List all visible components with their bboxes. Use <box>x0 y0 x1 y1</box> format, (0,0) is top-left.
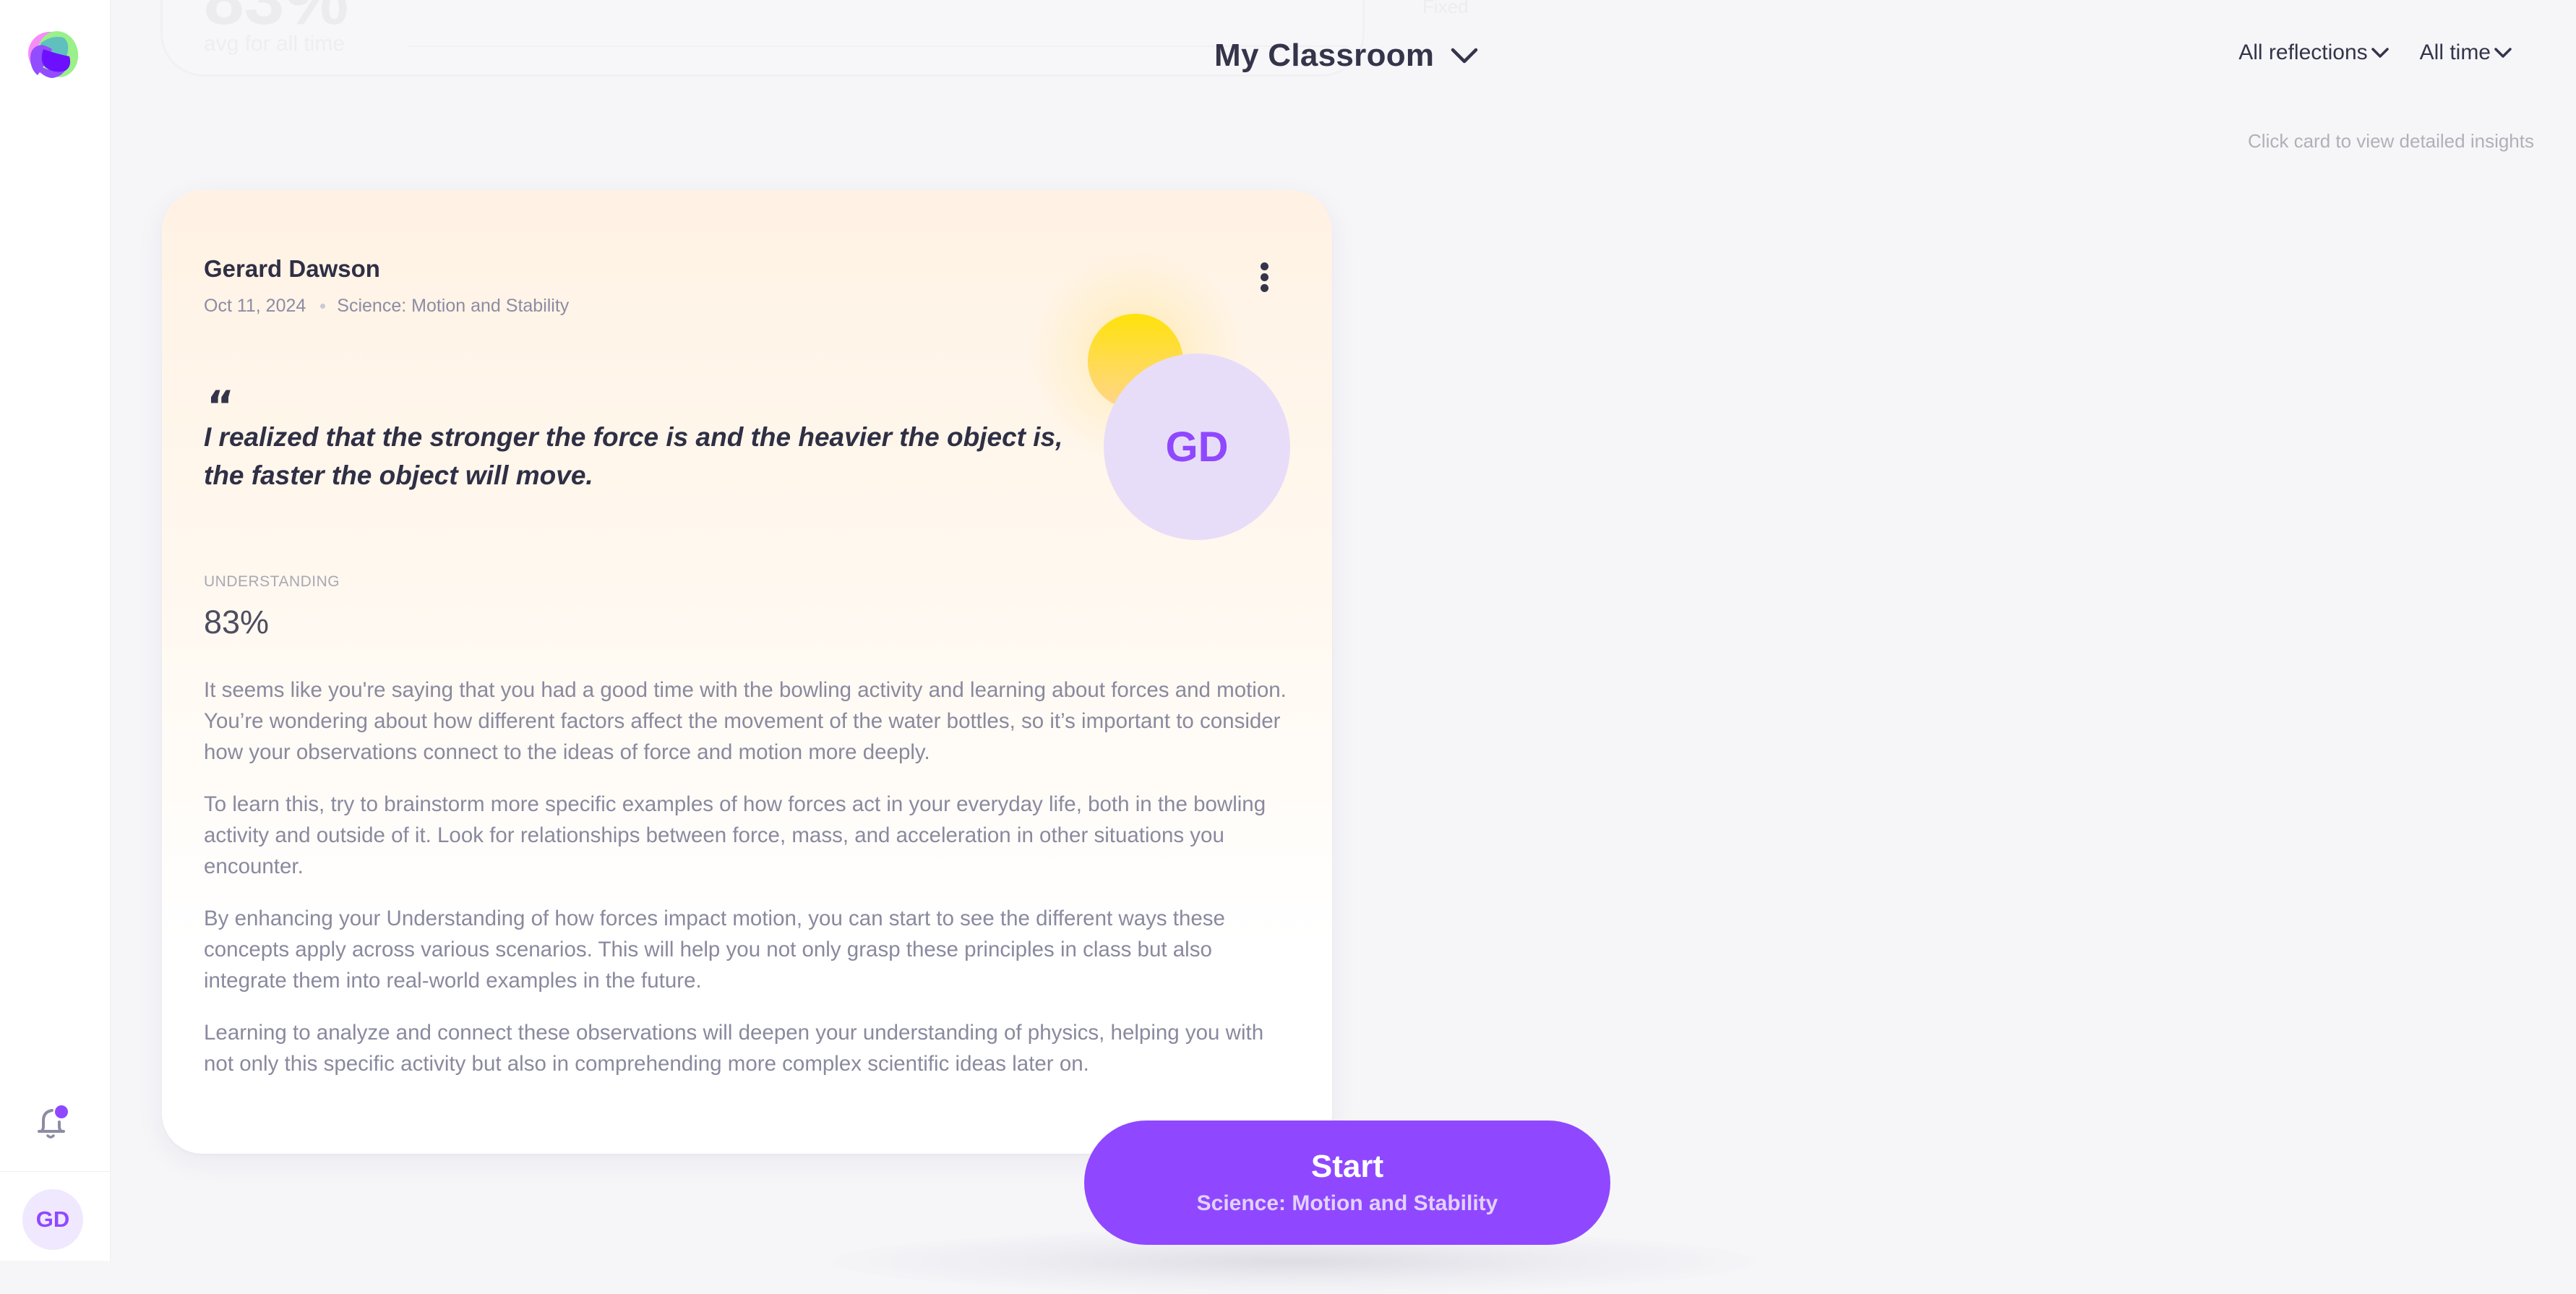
feedback-paragraph: To learn this, try to brainstorm more sp… <box>204 792 1266 878</box>
chevron-down-icon <box>1451 48 1478 64</box>
reflection-card[interactable]: Gerard Dawson Oct 11, 2024 Science: Moti… <box>162 190 1332 1154</box>
reflection-subject: Science: Motion and Stability <box>337 296 570 316</box>
classroom-selector[interactable]: My Classroom <box>1214 33 1479 78</box>
feedback-paragraph: Learning to analyze and connect these ob… <box>204 1021 1264 1076</box>
bell-icon[interactable] <box>36 1105 69 1141</box>
feedback-text: It seems like you're saying that you had… <box>204 674 1295 1100</box>
start-button-sublabel: Science: Motion and Stability <box>1196 1191 1498 1215</box>
user-avatar[interactable]: GD <box>22 1189 83 1250</box>
feedback-paragraph: By enhancing your Understanding of how f… <box>204 907 1225 993</box>
student-avatar: GD <box>1104 354 1290 540</box>
filter-time-dropdown[interactable]: All time <box>2420 40 2512 65</box>
background-summary-card <box>160 0 1365 77</box>
card-meta: Oct 11, 2024 Science: Motion and Stabili… <box>204 296 569 317</box>
filter-time-label: All time <box>2419 40 2491 64</box>
hint-text: Click card to view detailed insights <box>2248 130 2534 152</box>
background-divider <box>408 46 1348 47</box>
separator-dot <box>320 304 326 309</box>
chevron-down-icon <box>2494 48 2512 58</box>
sidebar: GD <box>0 0 111 1261</box>
app-logo-icon[interactable] <box>26 29 80 82</box>
metric-value: 83% <box>204 604 270 640</box>
start-button-label: Start <box>1310 1149 1384 1184</box>
filter-reflections-label: All reflections <box>2238 40 2368 64</box>
reflection-date: Oct 11, 2024 <box>204 296 306 316</box>
sidebar-divider <box>0 1171 110 1172</box>
filter-reflections-dropdown[interactable]: All reflections <box>2238 40 2389 65</box>
page-title: My Classroom <box>1214 38 1435 73</box>
metric-label: UNDERSTANDING <box>204 573 340 590</box>
start-button[interactable]: Start Science: Motion and Stability <box>1084 1121 1610 1245</box>
chevron-down-icon <box>2371 48 2389 58</box>
background-tag: Fixed <box>1422 0 1469 17</box>
reflection-quote: I realized that the stronger the force i… <box>204 422 1063 490</box>
student-name: Gerard Dawson <box>204 255 380 282</box>
filter-bar: All reflections All time <box>2238 40 2512 65</box>
feedback-paragraph: It seems like you're saying that you had… <box>204 678 1287 764</box>
kebab-icon[interactable] <box>1255 262 1274 293</box>
notification-dot <box>55 1105 68 1118</box>
